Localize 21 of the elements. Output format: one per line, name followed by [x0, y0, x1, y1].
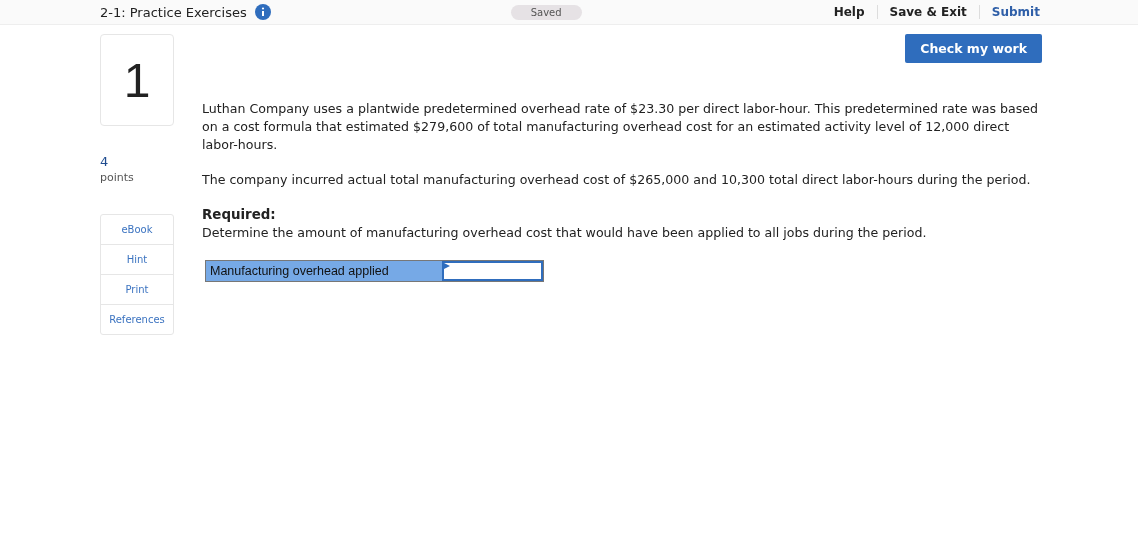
tool-link[interactable]: Print — [101, 274, 173, 304]
assignment-title: 2-1: Practice Exercises — [100, 4, 247, 20]
header-link[interactable]: Help — [821, 5, 877, 19]
header-link[interactable]: Submit — [978, 5, 1052, 19]
tool-link[interactable]: Hint — [101, 244, 173, 274]
info-icon[interactable] — [254, 4, 271, 20]
question-paragraph: The company incurred actual total manufacturing overhead cost of $265,000 and 10,300 total direct labor-hours during the period. — [202, 171, 1032, 189]
saved-status: Saved — [510, 4, 582, 20]
check-my-work-button[interactable]: Check my work — [905, 34, 1042, 63]
corner-marker-icon — [444, 263, 450, 269]
question-number: 1 — [100, 34, 174, 126]
header-link[interactable]: Save & Exit — [876, 5, 979, 19]
answer-input-field[interactable] — [442, 261, 543, 281]
tool-link[interactable]: References — [101, 304, 173, 334]
answer-label-cell: Manufacturing overhead applied — [206, 261, 442, 281]
points-value: 4 — [100, 154, 110, 169]
required-heading: Required: — [202, 206, 277, 224]
required-text: Determine the amount of manufacturing overhead cost that would have been applied to all jobs during the period. — [202, 224, 928, 242]
points-label: points — [100, 171, 135, 184]
tool-link[interactable]: eBook — [101, 215, 173, 244]
question-paragraph: Luthan Company uses a plantwide predetermined overhead rate of $23.30 per direct labor-hour. This predetermined rate was based on a cost formula that estimated $279,600 of total manufacturing overhead cost for an estimated activity level of 12,000 direct labor-hours. — [202, 100, 1040, 154]
